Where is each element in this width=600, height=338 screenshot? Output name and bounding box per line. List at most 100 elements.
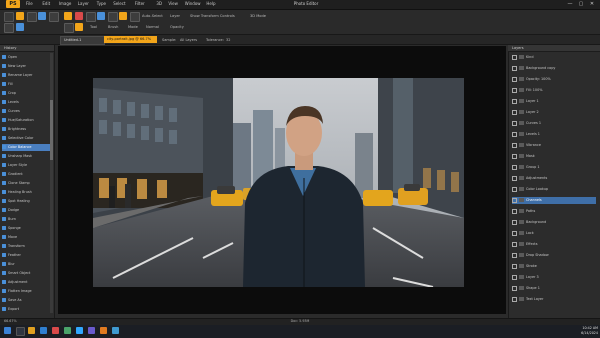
visibility-checkbox[interactable]	[512, 54, 517, 60]
history-item[interactable]: Transform	[2, 243, 50, 250]
visibility-checkbox[interactable]	[512, 131, 517, 137]
layer-row[interactable]: Fill: 100%	[512, 87, 596, 94]
visibility-checkbox[interactable]	[512, 219, 517, 225]
visibility-checkbox[interactable]	[512, 98, 517, 104]
history-item[interactable]: Hue/Saturation	[2, 117, 50, 124]
active-document-tab[interactable]: city-portrait.jpg @ 66.7%	[104, 36, 157, 43]
visibility-checkbox[interactable]	[512, 164, 517, 170]
toolbar-label[interactable]: Brush	[108, 24, 118, 30]
visibility-checkbox[interactable]	[512, 252, 517, 258]
brush-preset-icon[interactable]	[16, 23, 24, 31]
layer-row[interactable]: Group 1	[512, 164, 596, 171]
history-item[interactable]: Layer Style	[2, 162, 50, 169]
app-icon[interactable]	[100, 327, 107, 334]
maximize-button[interactable]: ▢	[577, 1, 585, 7]
toolbar-label[interactable]: 3D Mode	[250, 13, 266, 19]
document-tab[interactable]: Untitled-1	[60, 36, 105, 45]
history-item[interactable]: Feather	[2, 252, 50, 259]
menu-item-edit[interactable]: Edit	[42, 1, 50, 7]
visibility-checkbox[interactable]	[512, 87, 517, 93]
start-icon[interactable]	[4, 327, 11, 334]
visibility-checkbox[interactable]	[512, 230, 517, 236]
history-item[interactable]: Color Balance	[2, 144, 50, 151]
history-item[interactable]: Save As	[2, 297, 50, 304]
eraser-tool-icon[interactable]	[108, 12, 118, 22]
history-item[interactable]: Selective Color	[2, 135, 50, 142]
close-button[interactable]: ✕	[588, 1, 596, 7]
stamp-tool-icon[interactable]	[97, 12, 105, 20]
history-item[interactable]: Levels	[2, 99, 50, 106]
distribute-icon[interactable]	[75, 23, 83, 31]
history-item[interactable]: Move	[2, 234, 50, 241]
brush-tool-icon[interactable]	[86, 12, 96, 22]
menu-item-help[interactable]: Help	[206, 1, 215, 7]
layer-row[interactable]: Kind	[512, 54, 596, 61]
visibility-checkbox[interactable]	[512, 186, 517, 192]
zoom-level[interactable]: 66.67%	[4, 318, 17, 324]
toolbar-label[interactable]: Show Transform Controls	[190, 13, 235, 19]
history-item[interactable]: Dodge	[2, 207, 50, 214]
history-item[interactable]: Flatten Image	[2, 288, 50, 295]
app-icon[interactable]	[112, 327, 119, 334]
history-item[interactable]: Spot Healing	[2, 198, 50, 205]
layer-row[interactable]: Lock	[512, 230, 596, 237]
photo-image[interactable]	[93, 78, 464, 287]
tool-preset-icon[interactable]	[4, 23, 14, 33]
gradient-tool-icon[interactable]	[119, 12, 127, 20]
layer-row[interactable]: Layer 3	[512, 274, 596, 281]
app-logo[interactable]: PS	[6, 0, 20, 8]
move-tool-icon[interactable]	[4, 12, 14, 22]
history-item[interactable]: Gradient	[2, 171, 50, 178]
layer-row[interactable]: Effects	[512, 241, 596, 248]
browser-icon[interactable]	[40, 327, 47, 334]
layer-row[interactable]: Mask	[512, 153, 596, 160]
history-scrollbar-thumb[interactable]	[50, 100, 53, 160]
visibility-checkbox[interactable]	[512, 175, 517, 181]
mail-icon[interactable]	[52, 327, 59, 334]
layer-row[interactable]: Curves 1	[512, 120, 596, 127]
history-item[interactable]: New Layer	[2, 63, 50, 70]
layer-row[interactable]: Shape 1	[512, 285, 596, 292]
layer-row[interactable]: Channels	[512, 197, 596, 204]
layer-row[interactable]: Vibrance	[512, 142, 596, 149]
layer-row[interactable]: Paths	[512, 208, 596, 215]
store-icon[interactable]	[64, 327, 71, 334]
menu-item-type[interactable]: Type	[97, 1, 106, 7]
history-item[interactable]: Healing Brush	[2, 189, 50, 196]
visibility-checkbox[interactable]	[512, 285, 517, 291]
wand-tool-icon[interactable]	[38, 12, 46, 20]
menu-item-view[interactable]: View	[168, 1, 178, 7]
history-item[interactable]: Rename Layer	[2, 72, 50, 79]
menu-item-3d[interactable]: 3D	[156, 1, 162, 7]
history-item[interactable]: Curves	[2, 108, 50, 115]
dodge-tool-icon[interactable]	[130, 12, 140, 22]
history-item[interactable]: Crop	[2, 90, 50, 97]
layer-row[interactable]: Stroke	[512, 263, 596, 270]
menu-item-select[interactable]: Select	[113, 1, 125, 7]
app-icon[interactable]	[88, 327, 95, 334]
folder-icon[interactable]	[28, 327, 35, 334]
eyedropper-tool-icon[interactable]	[64, 12, 72, 20]
visibility-checkbox[interactable]	[512, 296, 517, 302]
layer-row[interactable]: Layer 2	[512, 109, 596, 116]
crop-tool-icon[interactable]	[49, 12, 59, 22]
align-icon[interactable]	[64, 23, 74, 33]
layer-row[interactable]: Background copy	[512, 65, 596, 72]
history-item[interactable]: Burn	[2, 216, 50, 223]
menu-item-layer[interactable]: Layer	[78, 1, 89, 7]
lasso-tool-icon[interactable]	[27, 12, 37, 22]
minimize-button[interactable]: —	[566, 1, 574, 7]
menu-item-window[interactable]: Window	[185, 1, 201, 7]
marquee-tool-icon[interactable]	[16, 12, 24, 20]
search-icon[interactable]	[16, 327, 25, 336]
visibility-checkbox[interactable]	[512, 263, 517, 269]
menu-item-filter[interactable]: Filter	[135, 1, 145, 7]
history-item[interactable]: Open	[2, 54, 50, 61]
visibility-checkbox[interactable]	[512, 76, 517, 82]
visibility-checkbox[interactable]	[512, 208, 517, 214]
layer-row[interactable]: Color Lookup	[512, 186, 596, 193]
visibility-checkbox[interactable]	[512, 153, 517, 159]
tolerance-input[interactable]: 32	[226, 37, 230, 43]
layer-row[interactable]: Layer 1	[512, 98, 596, 105]
history-item[interactable]: Clone Stamp	[2, 180, 50, 187]
